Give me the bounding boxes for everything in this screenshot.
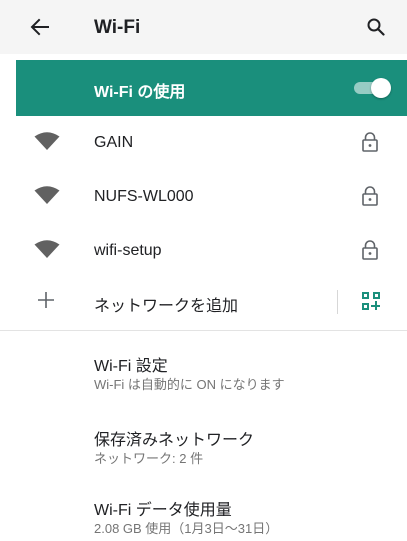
search-button[interactable]	[364, 15, 388, 39]
saved-networks-item[interactable]: 保存済みネットワーク ネットワーク: 2 件	[0, 410, 407, 474]
toggle-thumb	[371, 78, 391, 98]
section-divider	[0, 330, 407, 331]
app-bar: Wi-Fi	[0, 0, 407, 54]
network-item-wifi-setup[interactable]: wifi-setup	[0, 224, 407, 278]
pref-subtitle: Wi-Fi は自動的に ON になります	[94, 377, 285, 392]
arrow-left-icon	[30, 18, 49, 36]
add-network-label: ネットワークを追加	[94, 298, 239, 315]
search-icon	[367, 18, 385, 36]
plus-icon	[38, 292, 54, 308]
wifi-signal-icon	[34, 240, 60, 258]
pref-title: Wi-Fi 設定	[94, 358, 168, 375]
wifi-data-usage-item[interactable]: Wi-Fi データ使用量 2.08 GB 使用（1月3日〜31日）	[0, 480, 407, 541]
pref-subtitle: ネットワーク: 2 件	[94, 451, 204, 466]
back-button[interactable]	[28, 15, 52, 39]
wifi-master-switch-bar[interactable]: Wi-Fi の使用	[16, 60, 407, 116]
pref-subtitle: 2.08 GB 使用（1月3日〜31日）	[94, 521, 279, 536]
divider	[337, 290, 338, 314]
wifi-signal-icon	[34, 186, 60, 204]
pref-title: Wi-Fi データ使用量	[94, 502, 232, 519]
wifi-master-switch-label: Wi-Fi の使用	[94, 84, 186, 101]
network-list: GAIN NUFS-WL000 wifi-setup	[0, 116, 407, 278]
page-title: Wi-Fi	[94, 17, 141, 38]
network-item-nufs-wl000[interactable]: NUFS-WL000	[0, 170, 407, 224]
qr-code-icon[interactable]	[362, 292, 380, 310]
network-item-gain[interactable]: GAIN	[0, 116, 407, 170]
lock-icon	[362, 240, 378, 260]
lock-icon	[362, 132, 378, 152]
wifi-signal-icon	[34, 132, 60, 150]
pref-title: 保存済みネットワーク	[94, 432, 255, 449]
wifi-preferences-item[interactable]: Wi-Fi 設定 Wi-Fi は自動的に ON になります	[0, 336, 407, 400]
add-network-row[interactable]: ネットワークを追加	[0, 274, 407, 330]
network-ssid: NUFS-WL000	[94, 188, 194, 205]
network-ssid: wifi-setup	[94, 242, 162, 259]
lock-icon	[362, 186, 378, 206]
wifi-toggle[interactable]	[354, 78, 391, 98]
network-ssid: GAIN	[94, 134, 134, 151]
